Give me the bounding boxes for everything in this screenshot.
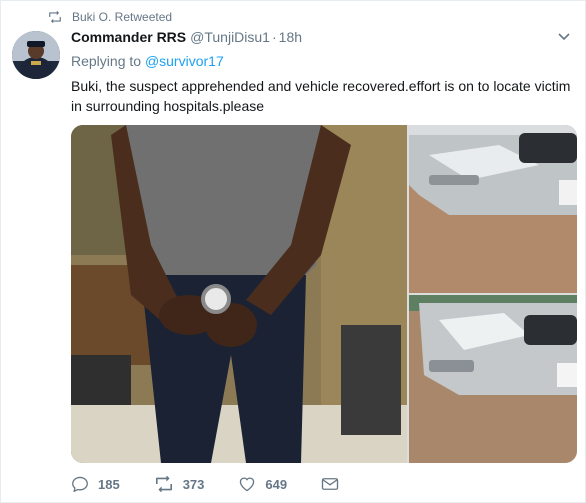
car-front-photo-top[interactable] bbox=[409, 125, 577, 293]
reply-button[interactable]: 185 bbox=[71, 476, 120, 492]
retweet-count: 373 bbox=[182, 476, 205, 492]
like-button[interactable]: 649 bbox=[238, 476, 287, 492]
tweet-time[interactable]: 18h bbox=[279, 29, 302, 45]
separator-dot: · bbox=[271, 29, 277, 45]
media-grid bbox=[71, 125, 577, 463]
man-in-grey-shirt-photo[interactable] bbox=[71, 125, 407, 463]
tweet-header: Commander RRS @TunjiDisu1 · 18h bbox=[71, 29, 302, 45]
car-front-photo-bottom[interactable] bbox=[409, 295, 577, 463]
tweet-text: Buki, the suspect apprehended and vehicl… bbox=[71, 78, 571, 114]
replying-to-prefix: Replying to bbox=[71, 53, 145, 69]
tweet-actions: 185 373 649 bbox=[71, 476, 382, 492]
retweet-context: Buki O. Retweeted bbox=[48, 10, 172, 24]
retweet-icon bbox=[155, 476, 172, 492]
avatar[interactable] bbox=[12, 31, 60, 79]
reply-icon bbox=[72, 476, 88, 492]
chevron-down-icon[interactable] bbox=[558, 33, 570, 41]
reply-count: 185 bbox=[98, 476, 120, 492]
heart-icon bbox=[240, 477, 255, 492]
envelope-icon bbox=[321, 478, 339, 490]
retweet-icon bbox=[49, 11, 61, 23]
like-count: 649 bbox=[265, 476, 288, 492]
direct-message-button[interactable] bbox=[321, 477, 348, 491]
retweet-button[interactable]: 373 bbox=[154, 476, 205, 492]
reply-target-link[interactable]: @survivor17 bbox=[145, 53, 224, 69]
tweet-card[interactable]: Buki O. Retweeted Commander RRS @TunjiDi… bbox=[0, 0, 586, 503]
retweet-label: Buki O. Retweeted bbox=[72, 10, 173, 24]
replying-to: Replying to @survivor17 bbox=[71, 53, 224, 69]
author-name[interactable]: Commander RRS bbox=[71, 29, 186, 45]
author-handle[interactable]: @TunjiDisu1 bbox=[190, 29, 270, 45]
